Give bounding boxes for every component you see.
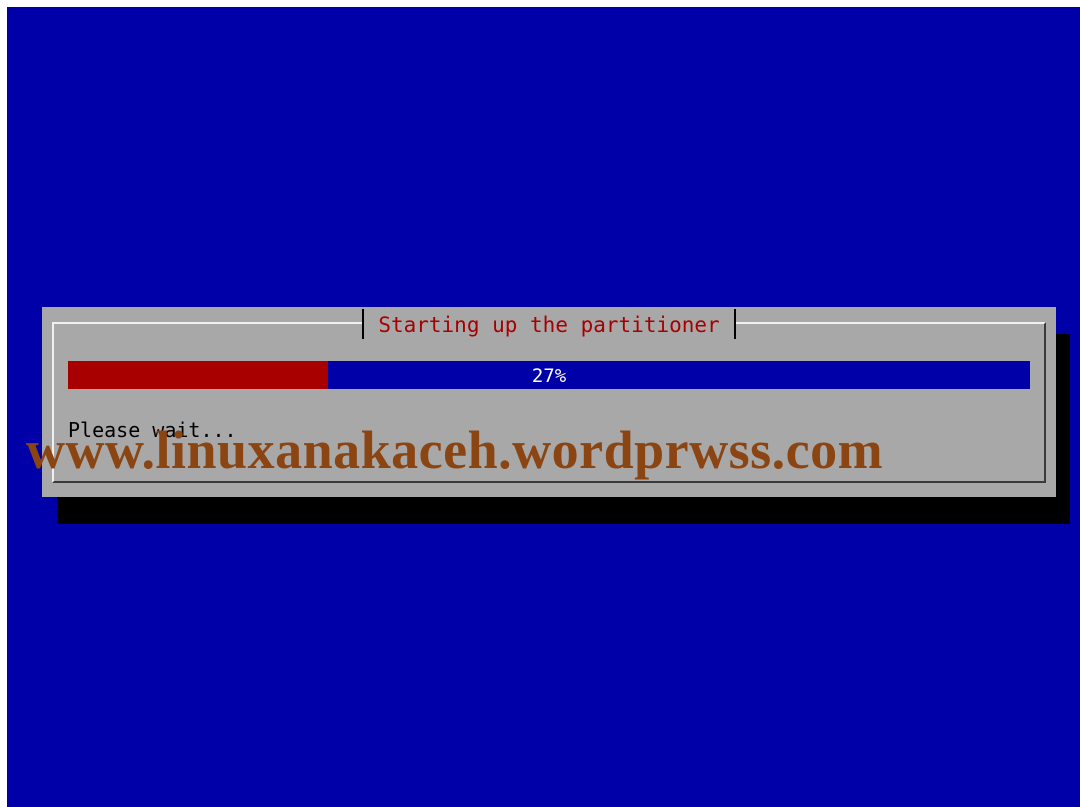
progress-percent-label: 27% bbox=[531, 365, 567, 387]
dialog-title: Starting up the partitioner bbox=[362, 309, 736, 339]
dialog-title-wrap: Starting up the partitioner bbox=[42, 307, 1056, 339]
installer-screen: Starting up the partitioner 27% Please w… bbox=[7, 7, 1080, 807]
watermark-text: www.linuxanakaceh.wordprwss.com bbox=[26, 420, 884, 480]
progress-bar: 27% bbox=[68, 361, 1030, 389]
